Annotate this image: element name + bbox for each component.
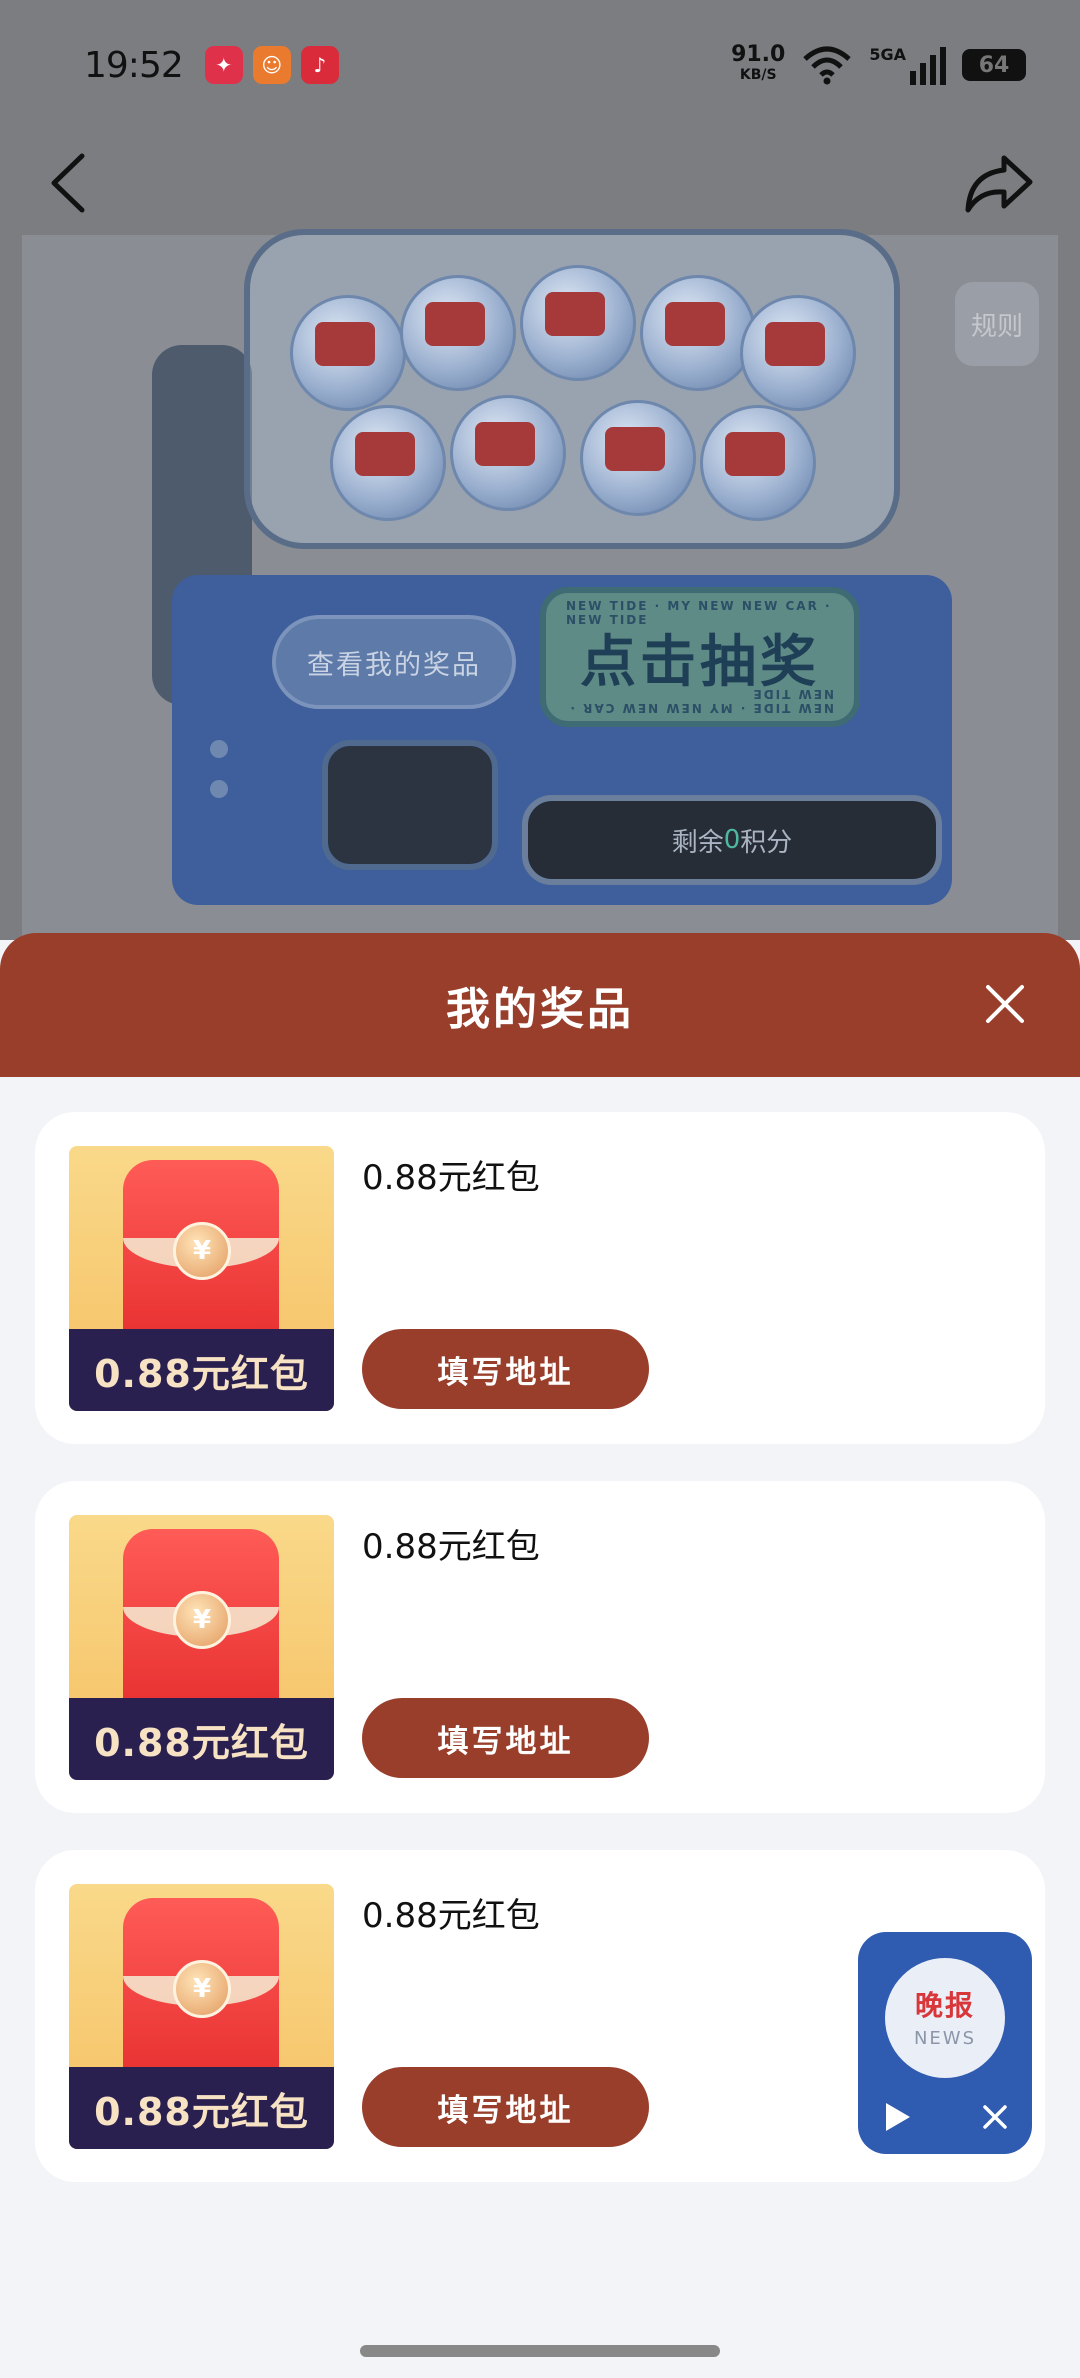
back-arrow-icon[interactable] [44, 148, 104, 218]
cellular-signal-icon: 5GA [869, 45, 946, 85]
battery-icon: 64 [962, 49, 1026, 81]
prize-chute [322, 740, 498, 870]
capsule-ball [290, 295, 406, 411]
yuan-coin-icon: ¥ [173, 1960, 231, 2018]
sheet-title: 我的奖品 [446, 984, 634, 1035]
app-notification-icon: ☺ [252, 46, 291, 84]
red-envelope-thumbnail: ¥ 0.88元红包 [69, 1515, 334, 1780]
remaining-points: 剩余 0 积分 [522, 795, 942, 885]
prize-card: ¥ 0.88元红包 0.88元红包 填写地址 [35, 1481, 1045, 1813]
prize-card: ¥ 0.88元红包 0.88元红包 填写地址 [35, 1112, 1045, 1444]
prizes-sheet-header: 我的奖品 [0, 933, 1080, 1077]
dimmed-page-backdrop: 19:52 ✦ ☺ ♪ 91.0 KB/S 5GA 64 查看我的奖品 NEW … [0, 0, 1080, 940]
prize-name: 0.88元红包 [362, 1527, 540, 1567]
wifi-icon [803, 46, 852, 85]
view-my-prizes-button[interactable]: 查看我的奖品 [272, 615, 516, 709]
capsule-ball [580, 400, 696, 516]
thumbnail-label: 0.88元红包 [69, 1329, 334, 1411]
thumbnail-label: 0.88元红包 [69, 2067, 334, 2149]
capsule-ball [400, 275, 516, 391]
prize-name: 0.88元红包 [362, 1896, 540, 1936]
yuan-coin-icon: ¥ [173, 1222, 231, 1280]
nav-bar [0, 130, 1080, 235]
prize-name: 0.88元红包 [362, 1158, 540, 1198]
network-speed: 91.0 KB/S [731, 42, 786, 84]
red-envelope-thumbnail: ¥ 0.88元红包 [69, 1146, 334, 1411]
close-icon[interactable] [980, 2102, 1010, 2132]
draw-lottery-button[interactable]: NEW TIDE · MY NEW NEW CAR · NEW TIDE 点击抽… [540, 587, 860, 727]
music-app-icon: ♪ [300, 46, 339, 84]
thumbnail-label: 0.88元红包 [69, 1698, 334, 1780]
capsule-ball [450, 395, 566, 511]
capsule-ball [740, 295, 856, 411]
status-bar: 19:52 ✦ ☺ ♪ 91.0 KB/S 5GA 64 [0, 0, 1080, 130]
lottery-machine-banner: 查看我的奖品 NEW TIDE · MY NEW NEW CAR · NEW T… [22, 229, 1058, 940]
capsule-ball [520, 265, 636, 381]
share-icon[interactable] [960, 148, 1036, 218]
capsule-glass-dome [244, 229, 900, 549]
close-icon[interactable] [980, 979, 1030, 1029]
capsule-ball [330, 405, 446, 521]
play-icon[interactable] [880, 2100, 914, 2134]
status-time: 19:52 [84, 44, 184, 86]
decorative-dot [210, 780, 228, 798]
draw-label: 点击抽奖 [580, 629, 820, 695]
fill-address-button[interactable]: 填写地址 [362, 2067, 649, 2147]
capsule-ball [700, 405, 816, 521]
status-indicators: 91.0 KB/S 5GA 64 [731, 42, 1026, 85]
fill-address-button[interactable]: 填写地址 [362, 1698, 649, 1778]
fill-address-button[interactable]: 填写地址 [362, 1329, 649, 1409]
notification-app-icons: ✦ ☺ ♪ [204, 46, 339, 84]
yuan-coin-icon: ¥ [173, 1591, 231, 1649]
red-envelope-thumbnail: ¥ 0.88元红包 [69, 1884, 334, 2149]
floating-news-widget[interactable]: 晚报 NEWS [858, 1932, 1032, 2154]
app-notification-icon: ✦ [204, 46, 243, 84]
rules-button[interactable]: 规则 [955, 282, 1039, 366]
home-indicator[interactable] [360, 2345, 720, 2357]
capsule-ball [640, 275, 756, 391]
decorative-dot [210, 740, 228, 758]
news-logo: 晚报 NEWS [885, 1958, 1005, 2078]
